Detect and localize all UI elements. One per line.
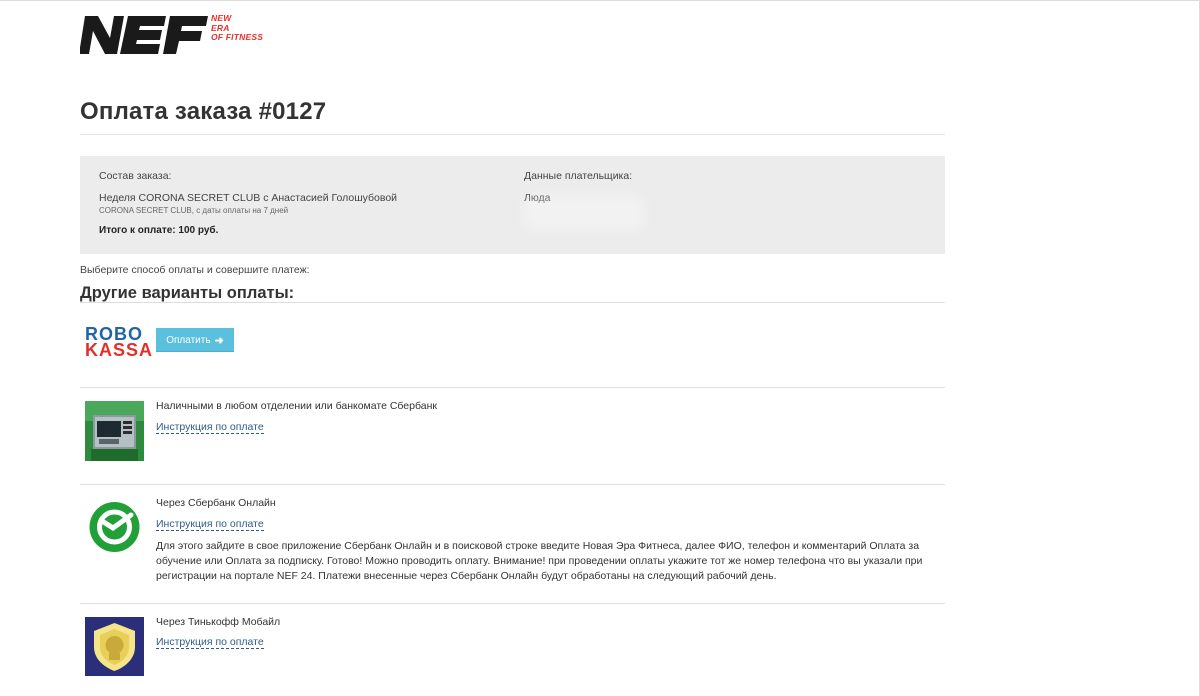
- method-title-sberbank-online: Через Сбербанк Онлайн: [156, 497, 276, 509]
- composition-label: Состав заказа:: [99, 170, 172, 182]
- robokassa-logo: ROBO KASSA: [85, 325, 154, 360]
- divider: [80, 387, 945, 388]
- redacted-payer-info: [524, 196, 644, 230]
- payer-label: Данные плательщика:: [524, 170, 633, 182]
- nef-logo-icon: [80, 16, 208, 54]
- divider: [80, 484, 945, 485]
- pay-button[interactable]: Оплатить ➜: [156, 328, 234, 352]
- arrow-right-icon: ➜: [214, 334, 224, 347]
- section-divider: [80, 302, 945, 303]
- instruction-link-tinkoff[interactable]: Инструкция по оплате: [156, 636, 264, 649]
- instruction-link-sberbank-online[interactable]: Инструкция по оплате: [156, 518, 264, 531]
- pay-button-label: Оплатить: [166, 334, 211, 346]
- method-title-cash: Наличными в любом отделении или банкомат…: [156, 400, 437, 412]
- order-summary-panel: Состав заказа: Неделя CORONA SECRET CLUB…: [80, 156, 945, 254]
- sberbank-icon: [85, 498, 144, 558]
- method-title-tinkoff: Через Тинькофф Мобайл: [156, 616, 281, 628]
- robokassa-logo-line-2: KASSA: [85, 340, 154, 360]
- divider: [80, 603, 945, 604]
- atm-icon: [85, 401, 144, 461]
- order-item-name: Неделя CORONA SECRET CLUB с Анастасией Г…: [99, 192, 398, 204]
- payment-hint: Выберите способ оплаты и совершите плате…: [80, 264, 310, 276]
- brand-tagline: NEW ERA OF FITNESS: [211, 13, 264, 43]
- tinkoff-icon: [85, 617, 144, 677]
- order-item-subtitle: CORONA SECRET CLUB, с даты оплаты на 7 д…: [99, 206, 289, 215]
- order-composition: Состав заказа: Неделя CORONA SECRET CLUB…: [99, 170, 499, 236]
- tagline-line-3: OF FITNESS: [211, 32, 264, 42]
- sberbank-online-description: Для этого зайдите в свое приложение Сбер…: [156, 540, 923, 582]
- nef-logo[interactable]: [80, 14, 208, 56]
- top-border: [0, 0, 1200, 1]
- instruction-link-cash[interactable]: Инструкция по оплате: [156, 421, 264, 434]
- title-divider: [80, 134, 945, 135]
- order-total: Итого к оплате: 100 руб.: [99, 225, 219, 236]
- page-title: Оплата заказа #0127: [80, 98, 327, 125]
- section-title: Другие варианты оплаты:: [80, 284, 295, 302]
